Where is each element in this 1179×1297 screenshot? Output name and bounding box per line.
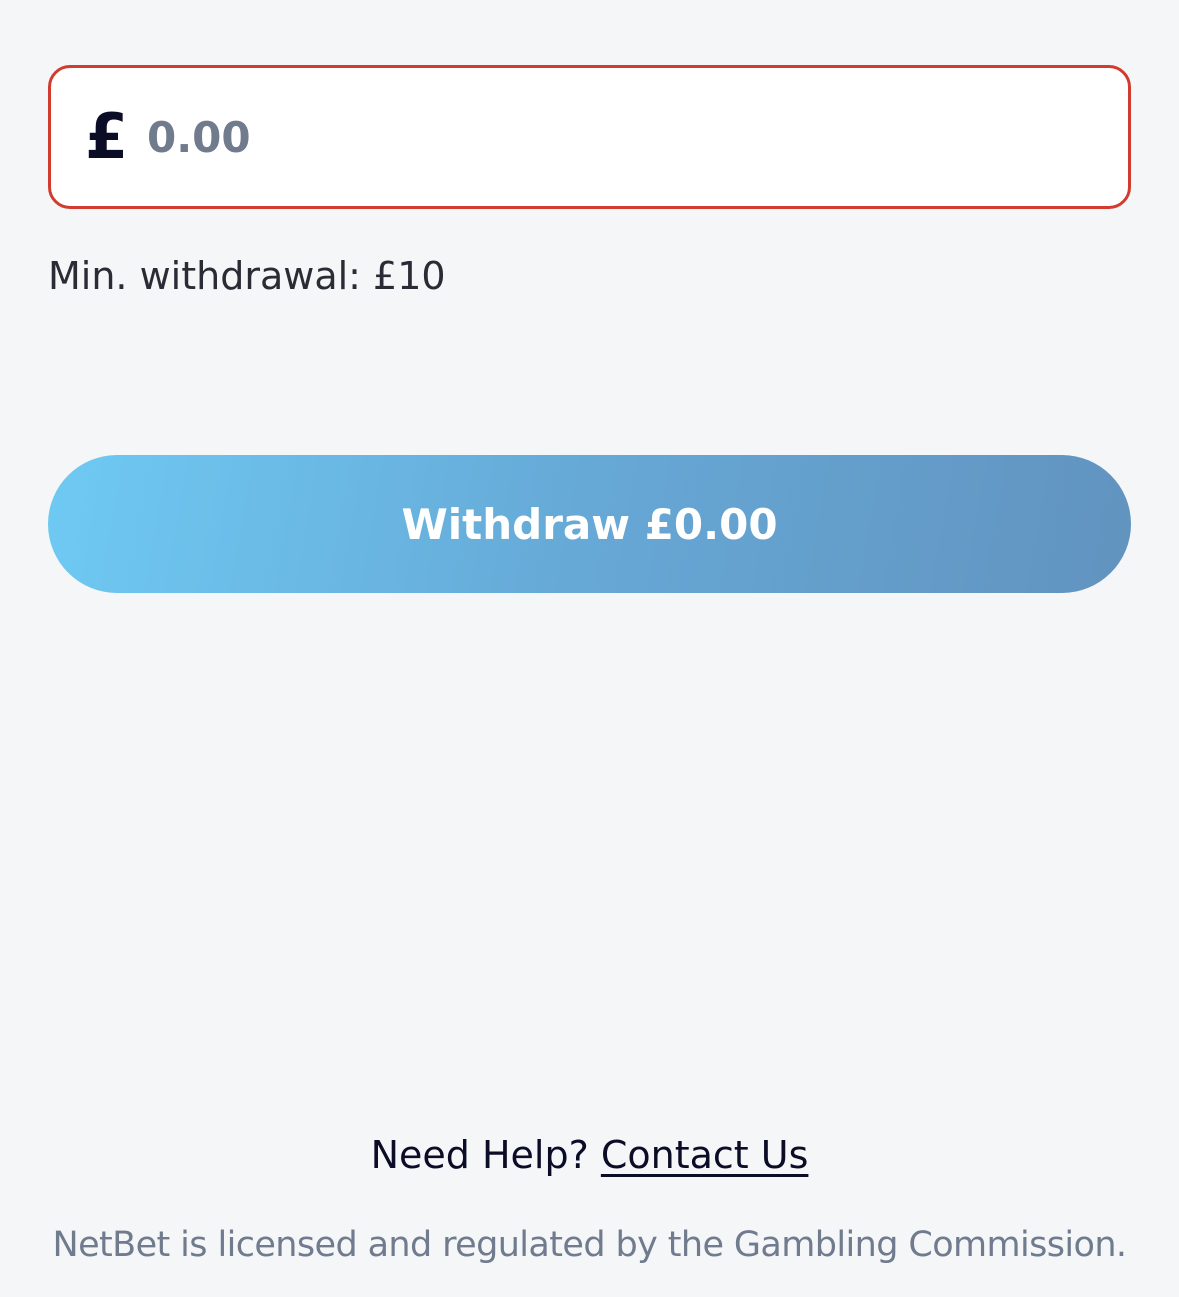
help-line: Need Help? Contact Us bbox=[0, 1130, 1179, 1180]
amount-input[interactable] bbox=[147, 68, 1128, 206]
min-withdrawal-label: Min. withdrawal: £10 bbox=[48, 254, 446, 298]
currency-symbol: £ bbox=[85, 100, 129, 173]
help-prompt: Need Help? bbox=[370, 1133, 589, 1177]
withdraw-page: £ Min. withdrawal: £10 Withdraw £0.00 Ne… bbox=[0, 0, 1179, 1297]
license-text: NetBet is licensed and regulated by the … bbox=[52, 1225, 1127, 1265]
amount-field[interactable]: £ bbox=[48, 65, 1131, 209]
withdraw-button[interactable]: Withdraw £0.00 bbox=[48, 455, 1131, 593]
contact-us-link[interactable]: Contact Us bbox=[601, 1133, 809, 1177]
